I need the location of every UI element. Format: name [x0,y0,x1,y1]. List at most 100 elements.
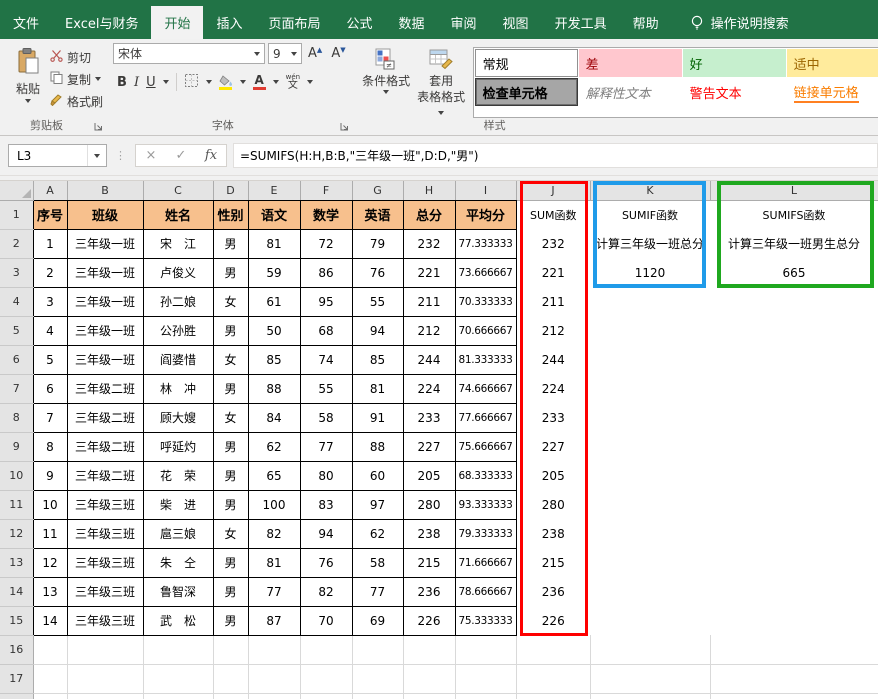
row-header-13[interactable]: 13 [0,548,34,578]
cell-A1[interactable]: 序号 [32,199,68,230]
cell-D7[interactable]: 男 [212,373,249,404]
cell-K17[interactable] [590,664,711,694]
cell-I9[interactable]: 75.666667 [454,431,517,462]
cell-C9[interactable]: 呼延灼 [142,431,214,462]
cell-B4[interactable]: 三年级一班 [66,286,144,317]
cell-L9[interactable] [710,432,878,461]
cell-I17[interactable] [455,664,517,694]
row-header-2[interactable]: 2 [0,229,34,259]
dialog-launcher-icon[interactable] [339,121,350,132]
cell-L7[interactable] [710,374,878,403]
cell-L18[interactable] [710,693,878,699]
row-header-1[interactable]: 1 [0,200,34,230]
cell-D14[interactable]: 男 [212,576,249,607]
tell-me-search[interactable]: 操作说明搜索 [678,6,801,39]
cell-C4[interactable]: 孙二娘 [142,286,214,317]
cell-K9[interactable] [590,432,710,461]
cell-K7[interactable] [590,374,710,403]
cell-E3[interactable]: 59 [247,257,301,288]
cell-E14[interactable]: 77 [247,576,301,607]
cell-J8[interactable]: 233 [516,403,590,432]
cell-C10[interactable]: 花 荣 [142,460,214,491]
cell-G17[interactable] [352,664,404,694]
cell-L1[interactable]: SUMIFS函数 [710,200,878,229]
row-header-3[interactable]: 3 [0,258,34,288]
cell-J4[interactable]: 211 [516,287,590,316]
cell-L12[interactable] [710,519,878,548]
row-header-8[interactable]: 8 [0,403,34,433]
cell-E10[interactable]: 65 [247,460,301,491]
dialog-launcher-icon[interactable] [93,121,104,132]
cell-I6[interactable]: 81.333333 [454,344,517,375]
cell-J3[interactable]: 221 [516,258,590,287]
cell-I16[interactable] [455,635,517,665]
cell-E7[interactable]: 88 [247,373,301,404]
cell-I14[interactable]: 78.666667 [454,576,517,607]
cell-E8[interactable]: 84 [247,402,301,433]
cell-A16[interactable] [33,635,68,665]
cell-A12[interactable]: 11 [32,518,68,549]
cell-H10[interactable]: 205 [402,460,456,491]
cell-H6[interactable]: 244 [402,344,456,375]
cell-C17[interactable] [143,664,214,694]
row-header-14[interactable]: 14 [0,577,34,607]
cell-H12[interactable]: 238 [402,518,456,549]
cell-B14[interactable]: 三年级三班 [66,576,144,607]
row-header-17[interactable]: 17 [0,664,34,694]
cell-style-0[interactable]: 常规 [474,49,578,77]
col-header-H[interactable]: H [403,181,456,201]
cell-B10[interactable]: 三年级二班 [66,460,144,491]
cell-K15[interactable] [590,606,710,635]
cell-H4[interactable]: 211 [402,286,456,317]
cell-C18[interactable] [143,693,214,699]
cell-A2[interactable]: 1 [32,228,68,259]
cell-K3[interactable]: 1120 [590,258,710,287]
cell-C11[interactable]: 柴 进 [142,489,214,520]
cell-G15[interactable]: 69 [351,605,404,636]
cell-F12[interactable]: 94 [299,518,353,549]
cell-K8[interactable] [590,403,710,432]
cell-J5[interactable]: 212 [516,316,590,345]
row-header-10[interactable]: 10 [0,461,34,491]
cell-E5[interactable]: 50 [247,315,301,346]
cell-B5[interactable]: 三年级一班 [66,315,144,346]
cell-G5[interactable]: 94 [351,315,404,346]
cell-J14[interactable]: 236 [516,577,590,606]
font-name-select[interactable]: 宋体 [113,43,266,64]
col-header-J[interactable]: J [516,181,591,201]
menu-tab-3[interactable]: 插入 [203,6,255,39]
cell-I2[interactable]: 77.333333 [454,228,517,259]
menu-tab-10[interactable]: 帮助 [620,6,672,39]
cell-D1[interactable]: 性别 [212,199,249,230]
cell-A11[interactable]: 10 [32,489,68,520]
cell-style-6[interactable]: 警告文本 [682,78,786,106]
cell-C12[interactable]: 扈三娘 [142,518,214,549]
cell-E16[interactable] [248,635,301,665]
cell-H18[interactable] [403,693,456,699]
cell-G3[interactable]: 76 [351,257,404,288]
cell-B12[interactable]: 三年级三班 [66,518,144,549]
cell-A5[interactable]: 4 [32,315,68,346]
cell-B11[interactable]: 三年级三班 [66,489,144,520]
cell-style-4[interactable]: 检查单元格 [474,78,578,106]
cell-D18[interactable] [213,693,249,699]
cell-K14[interactable] [590,577,710,606]
col-header-L[interactable]: L [710,181,878,201]
enter-button[interactable]: ✓ [166,148,196,163]
menu-tab-2[interactable]: 开始 [151,6,204,39]
cell-G9[interactable]: 88 [351,431,404,462]
cell-A7[interactable]: 6 [32,373,68,404]
cell-B1[interactable]: 班级 [66,199,144,230]
cell-D16[interactable] [213,635,249,665]
cell-I10[interactable]: 68.333333 [454,460,517,491]
conditional-formatting-button[interactable]: ≠ 条件格式 [359,43,414,118]
decrease-font-size-button[interactable]: A▼ [328,46,348,61]
cell-E15[interactable]: 87 [247,605,301,636]
cell-H3[interactable]: 221 [402,257,456,288]
cell-A4[interactable]: 3 [32,286,68,317]
cell-F6[interactable]: 74 [299,344,353,375]
cell-H2[interactable]: 232 [402,228,456,259]
cell-B16[interactable] [67,635,144,665]
cell-H11[interactable]: 280 [402,489,456,520]
cell-C3[interactable]: 卢俊义 [142,257,214,288]
